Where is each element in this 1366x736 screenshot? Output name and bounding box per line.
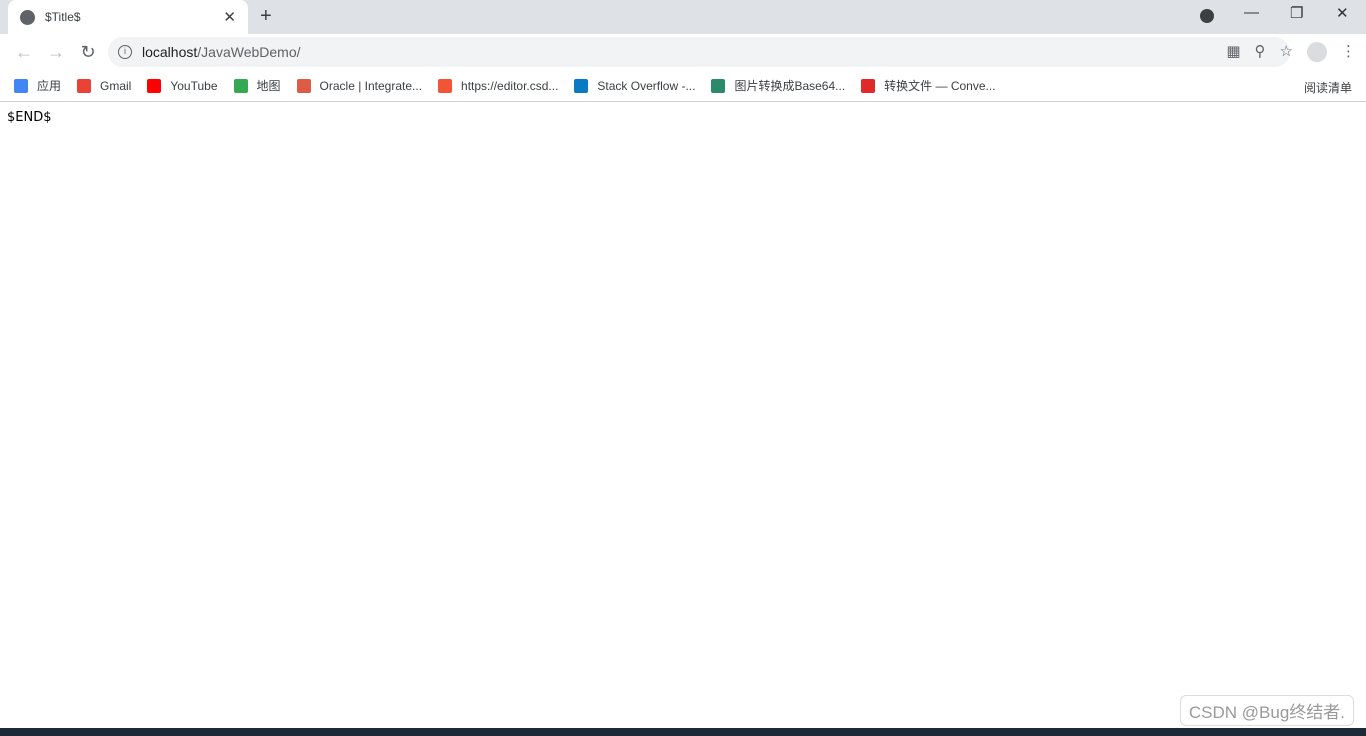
- bookmark-item[interactable]: 应用: [14, 77, 61, 94]
- bookmark-item[interactable]: 转换文件 — Conve...: [861, 77, 996, 94]
- tab-title: $Title$: [45, 10, 81, 24]
- bookmark-item[interactable]: Gmail: [77, 78, 132, 93]
- bookmark-favicon-icon: [861, 78, 876, 93]
- zoom-icon[interactable]: ⚲: [1255, 42, 1266, 62]
- tab-close-button[interactable]: ✕: [223, 8, 236, 26]
- body-text: $END$: [7, 110, 52, 125]
- bookmark-favicon-icon: [296, 78, 311, 93]
- bookmark-favicon-icon: [147, 78, 162, 93]
- bookmark-item[interactable]: 地图: [233, 77, 281, 94]
- bookmark-item[interactable]: YouTube: [147, 78, 218, 93]
- url-path: /JavaWebDemo/: [197, 44, 301, 60]
- tab-search-icon[interactable]: [1200, 9, 1214, 23]
- bookmark-label: YouTube: [170, 78, 218, 93]
- bookmark-favicon-icon: [574, 78, 589, 93]
- bookmark-label: Gmail: [100, 78, 132, 93]
- menu-icon[interactable]: ⋮: [1341, 42, 1356, 62]
- bookmark-favicon-icon: [233, 78, 248, 93]
- bookmark-label: 应用: [37, 79, 62, 93]
- minimize-button[interactable]: —: [1244, 4, 1259, 21]
- back-button[interactable]: ←: [8, 42, 40, 63]
- bookmark-label: 地图: [256, 79, 281, 93]
- star-icon[interactable]: ☆: [1280, 42, 1293, 62]
- reading-list-button[interactable]: 阅读清单: [1304, 79, 1352, 96]
- bookmark-item[interactable]: https://editor.csd...: [438, 78, 559, 93]
- close-window-button[interactable]: ✕: [1336, 4, 1349, 22]
- bookmark-item[interactable]: 图片转换成Base64...: [711, 77, 845, 94]
- taskbar: [0, 728, 1366, 736]
- address-bar[interactable]: i localhost /JavaWebDemo/: [108, 37, 1290, 67]
- forward-button[interactable]: →: [40, 42, 72, 63]
- bookmark-label: Stack Overflow -...: [597, 78, 696, 93]
- toolbar: ← → ↻ i localhost /JavaWebDemo/ ▦ ⚲ ☆ ⋮: [0, 34, 1366, 70]
- info-icon[interactable]: i: [118, 45, 132, 59]
- bookmark-favicon-icon: [77, 78, 92, 93]
- page-content: $END$: [0, 102, 1366, 133]
- bookmark-favicon-icon: [438, 78, 453, 93]
- bookmarks-bar: 应用 Gmail YouTube 地图 Oracle | Integrate... htt…: [0, 70, 1366, 102]
- bookmark-favicon-icon: [14, 78, 28, 93]
- tab-strip: $Title$ ✕ + — ❐ ✕: [0, 0, 1366, 34]
- bookmark-item[interactable]: Oracle | Integrate...: [296, 78, 423, 93]
- bookmark-favicon-icon: [711, 78, 726, 93]
- bookmark-item[interactable]: Stack Overflow -...: [574, 78, 696, 93]
- bookmark-label: 转换文件 — Conve...: [884, 79, 996, 93]
- bookmark-label: https://editor.csd...: [461, 78, 559, 93]
- tab-active[interactable]: $Title$ ✕: [8, 0, 248, 34]
- reload-button[interactable]: ↻: [72, 42, 104, 63]
- maximize-button[interactable]: ❐: [1290, 4, 1303, 22]
- bookmark-label: 图片转换成Base64...: [734, 79, 846, 93]
- url-host: localhost: [142, 44, 198, 60]
- watermark: CSDN @Bug终结者.: [1179, 695, 1354, 726]
- globe-icon: [20, 9, 35, 25]
- profile-icon[interactable]: [1307, 42, 1327, 62]
- bookmark-label: Oracle | Integrate...: [319, 78, 423, 93]
- qr-code-icon[interactable]: ▦: [1226, 42, 1240, 62]
- new-tab-button[interactable]: +: [260, 5, 272, 28]
